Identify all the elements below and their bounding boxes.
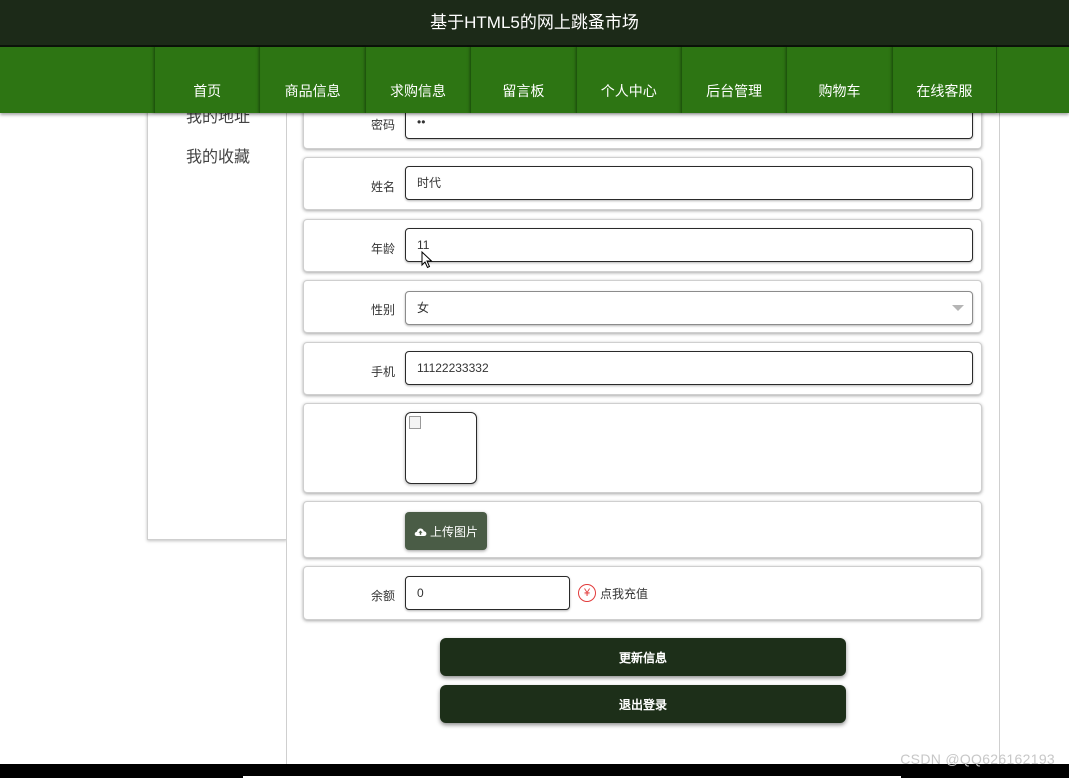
cloud-upload-icon [414, 527, 427, 536]
nav-item-message-board[interactable]: 留言板 [470, 47, 575, 113]
avatar-row [303, 403, 982, 493]
gender-row: 性别 女 [303, 280, 982, 333]
balance-row: 余额 0 ¥ 点我充值 [303, 566, 982, 620]
watermark: CSDN @QQ626162193 [900, 751, 1055, 767]
upload-image-button[interactable]: 上传图片 [405, 512, 487, 550]
site-title: 基于HTML5的网上跳蚤市场 [430, 13, 639, 32]
recharge-label: 点我充值 [600, 586, 649, 601]
upload-image-label: 上传图片 [429, 524, 478, 539]
recharge-link[interactable]: ¥ 点我充值 [578, 584, 648, 602]
nav-item-cart[interactable]: 购物车 [786, 47, 891, 113]
age-row: 年龄 11 [303, 219, 982, 272]
age-label: 年龄 [370, 242, 395, 256]
phone-label: 手机 [370, 365, 395, 379]
nav-item-admin[interactable]: 后台管理 [680, 47, 786, 113]
balance-field: 0 [405, 576, 570, 610]
mouse-cursor-icon [421, 251, 433, 269]
chevron-down-icon [952, 305, 964, 311]
site-header: 基于HTML5的网上跳蚤市场 [0, 0, 1069, 47]
age-field[interactable]: 11 [405, 228, 973, 262]
phone-field[interactable]: 11122233332 [405, 351, 973, 385]
update-info-button[interactable]: 更新信息 [440, 638, 846, 676]
phone-row: 手机 11122233332 [303, 342, 982, 395]
gender-select[interactable]: 女 [405, 291, 973, 325]
yuan-icon: ¥ [578, 584, 596, 602]
nav-item-home[interactable]: 首页 [154, 47, 259, 113]
nav-item-wanted[interactable]: 求购信息 [364, 47, 470, 113]
upload-row: 上传图片 [303, 501, 982, 558]
main-nav: 首页 商品信息 求购信息 留言板 个人中心 后台管理 购物车 在线客服 [0, 47, 1069, 113]
nav-item-products[interactable]: 商品信息 [259, 47, 364, 113]
balance-label: 余额 [370, 589, 395, 603]
gender-value: 女 [417, 301, 430, 315]
name-row: 姓名 时代 [303, 157, 982, 210]
nav-item-personal-center[interactable]: 个人中心 [575, 47, 681, 113]
name-field[interactable]: 时代 [405, 166, 973, 200]
nav-item-customer-service[interactable]: 在线客服 [891, 47, 998, 113]
name-label: 姓名 [370, 180, 395, 194]
sidebar: 我的地址 我的收藏 [147, 60, 287, 540]
gender-label: 性别 [370, 303, 395, 317]
password-label: 密码 [370, 118, 395, 132]
logout-button[interactable]: 退出登录 [440, 685, 846, 723]
avatar-image[interactable] [405, 412, 477, 484]
sidebar-item-my-favorites[interactable]: 我的收藏 [186, 143, 250, 167]
broken-image-icon [409, 416, 421, 429]
